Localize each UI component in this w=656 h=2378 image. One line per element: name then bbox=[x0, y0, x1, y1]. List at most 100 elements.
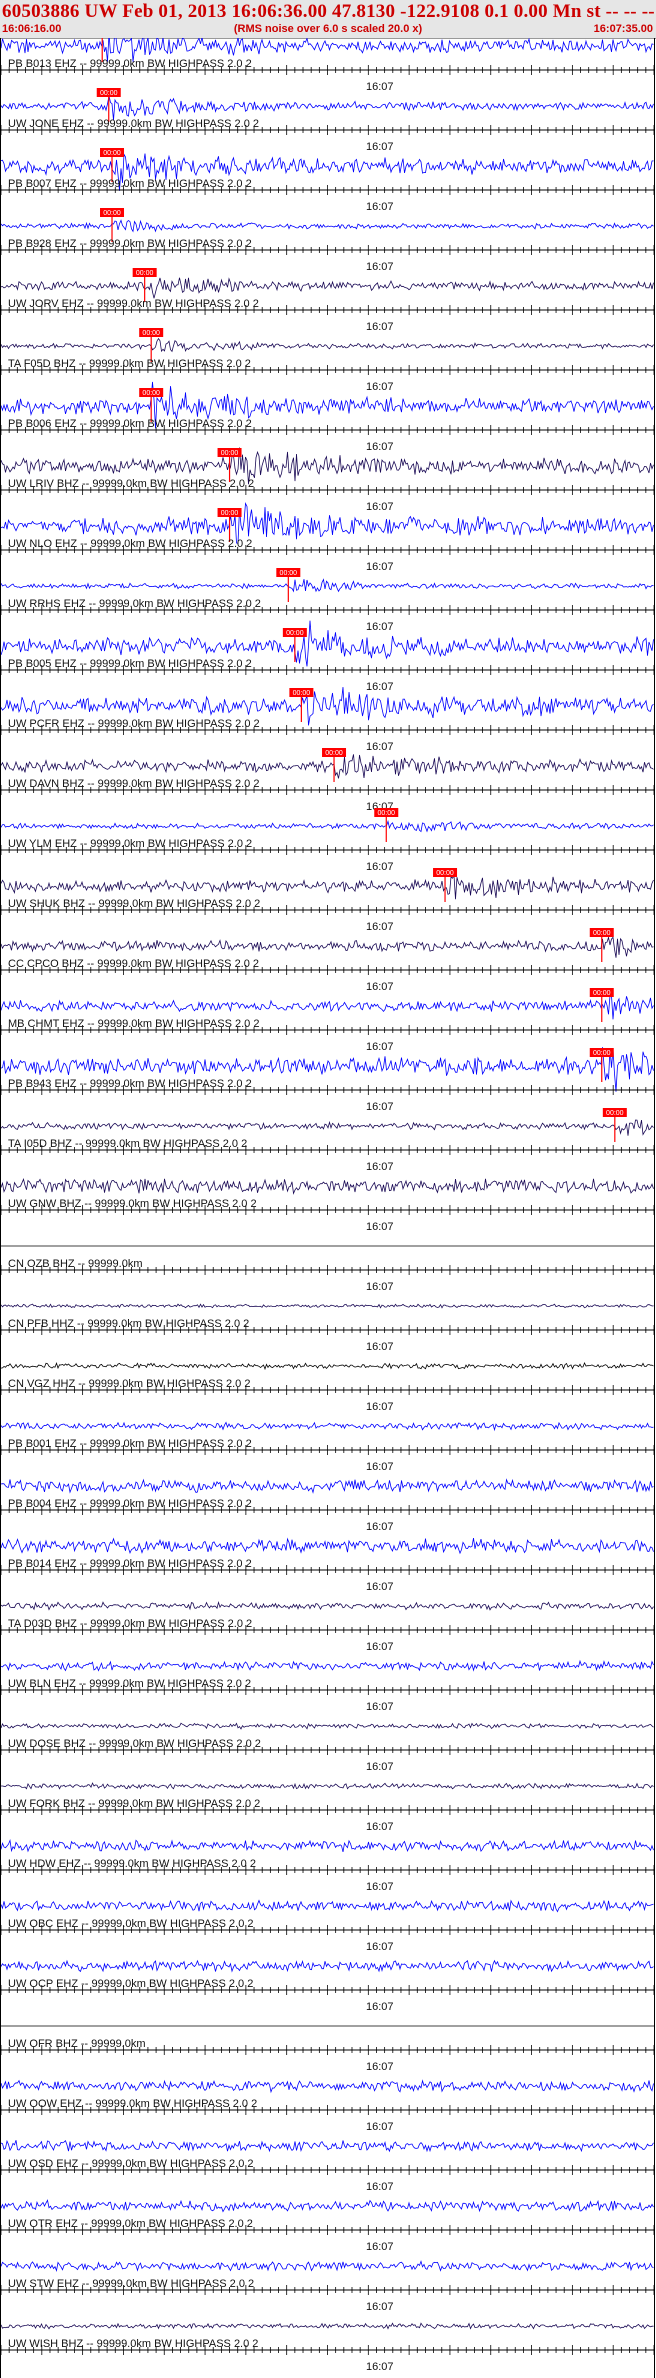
minute-label: 16:07 bbox=[366, 621, 394, 633]
pick-label: 00:00 bbox=[593, 930, 611, 937]
station-label: UW GNW BHZ -- 99999.0km BW HIGHPASS 2.0 … bbox=[8, 1198, 257, 1210]
waveform bbox=[0, 1421, 654, 1432]
minute-label: 16:07 bbox=[366, 1521, 394, 1533]
station-label: UW YLM EHZ -- 99999.0km BW HIGHPASS 2.0 … bbox=[8, 838, 252, 850]
minute-label: 16:07 bbox=[366, 2241, 394, 2253]
trace-row: 00:00 PB B005 EHZ -- 99999.0km BW HIGHPAS… bbox=[0, 620, 655, 693]
minute-label: 16:07 bbox=[366, 1461, 394, 1473]
event-title: 60503886 UW Feb 01, 2013 16:06:36.00 47.… bbox=[2, 1, 656, 22]
pick-label: 00:00 bbox=[286, 630, 304, 637]
waveform bbox=[0, 820, 654, 833]
minute-label: 16:07 bbox=[366, 1281, 394, 1293]
station-label: PB B007 EHZ -- 99999.0km BW HIGHPASS 2.0… bbox=[8, 178, 252, 190]
station-label: PB B013 EHZ -- 99999.0km BW HIGHPASS 2.0… bbox=[8, 58, 252, 70]
pick-label: 00:00 bbox=[221, 510, 239, 517]
waveform bbox=[0, 1478, 654, 1494]
station-label: UW OCP EHZ -- 99999.0km BW HIGHPASS 2.0 … bbox=[8, 1978, 253, 1990]
minute-label: 16:07 bbox=[366, 561, 394, 573]
waveform bbox=[0, 2199, 654, 2213]
trace-row: 00:00 PB B928 EHZ -- 99999.0km BW HIGHPAS… bbox=[0, 208, 655, 273]
waveform bbox=[0, 1959, 654, 1973]
station-label: CN PFB HHZ -- 99999.0km BW HIGHPASS 2.0 … bbox=[8, 1318, 249, 1330]
pick-label: 00:00 bbox=[606, 1110, 624, 1117]
station-label: CN VGZ HHZ -- 99999.0km BW HIGHPASS 2.0 … bbox=[8, 1378, 250, 1390]
seismogram-header: 60503886 UW Feb 01, 2013 16:06:36.00 47.… bbox=[0, 0, 656, 39]
minute-label: 16:07 bbox=[366, 201, 394, 213]
waveform bbox=[0, 1839, 654, 1853]
minute-label: 16:07 bbox=[366, 141, 394, 153]
pick-label: 00:00 bbox=[293, 690, 311, 697]
station-label: PB B943 EHZ -- 99999.0km BW HIGHPASS 2.0… bbox=[8, 1078, 252, 1090]
waveform bbox=[0, 578, 654, 593]
station-label: UW OFR BHZ -- 99999.0km bbox=[8, 2038, 146, 2050]
minute-label: 16:07 bbox=[366, 1581, 394, 1593]
trace-row: CN OZB BHZ -- 99999.0km 16:07 bbox=[0, 1245, 655, 1293]
waveform bbox=[0, 754, 654, 779]
station-label: UW OBC EHZ -- 99999.0km BW HIGHPASS 2.0 … bbox=[8, 1918, 254, 1930]
pick-label: 00:00 bbox=[593, 1050, 611, 1057]
minute-label: 16:07 bbox=[366, 81, 394, 93]
trace-row: 00:00 CC CPCO BHZ -- 99999.0km BW HIGHPAS… bbox=[0, 928, 655, 993]
waveform bbox=[1, 1782, 654, 1790]
station-label: UW JONE EHZ -- 99999.0km BW HIGHPASS 2.0… bbox=[8, 118, 259, 130]
trace-row: PB B001 EHZ -- 99999.0km BW HIGHPASS 2.0… bbox=[0, 1421, 655, 1473]
trace-row: 00:00 UW DAVN BHZ -- 99999.0km BW HIGHPAS… bbox=[0, 748, 655, 813]
trace-row: UW HDW EHZ -- 99999.0km BW HIGHPASS 2.0 … bbox=[0, 1839, 655, 1893]
minute-label: 16:07 bbox=[366, 741, 394, 753]
minute-label: 16:07 bbox=[366, 981, 394, 993]
station-label: UW DAVN BHZ -- 99999.0km BW HIGHPASS 2.0… bbox=[8, 778, 259, 790]
station-label: UW JORV EHZ -- 99999.0km BW HIGHPASS 2.0… bbox=[8, 298, 259, 310]
trace-row: 00:00 UW RRHS EHZ -- 99999.0km BW HIGHPAS… bbox=[0, 568, 655, 633]
pick-label: 00:00 bbox=[593, 990, 611, 997]
waveform bbox=[0, 1361, 654, 1371]
trace-row: UW FORK BHZ -- 99999.0km BW HIGHPASS 2.0… bbox=[0, 1782, 655, 1833]
minute-label: 16:07 bbox=[366, 1341, 394, 1353]
pick-label: 00:00 bbox=[103, 150, 121, 157]
station-label: UW FORK BHZ -- 99999.0km BW HIGHPASS 2.0… bbox=[8, 1798, 260, 1810]
station-label: UW LRIV BHZ -- 99999.0km BW HIGHPASS 2.0… bbox=[8, 478, 254, 490]
waveform bbox=[0, 935, 654, 958]
minute-label: 16:07 bbox=[366, 261, 394, 273]
waveform bbox=[0, 1119, 654, 1136]
minute-label: 16:07 bbox=[366, 1641, 394, 1653]
station-label: PB B005 EHZ -- 99999.0km BW HIGHPASS 2.0… bbox=[8, 658, 252, 670]
waveform bbox=[0, 277, 654, 299]
station-label: UW RRHS EHZ -- 99999.0km BW HIGHPASS 2.0… bbox=[8, 598, 261, 610]
trace-row: UW BLN EHZ -- 99999.0km BW HIGHPASS 2.0 … bbox=[0, 1659, 655, 1713]
waveform bbox=[0, 2260, 654, 2272]
station-label: UW SHUK BHZ -- 99999.0km BW HIGHPASS 2.0… bbox=[8, 898, 260, 910]
waveform bbox=[0, 2079, 654, 2094]
minute-label: 16:07 bbox=[366, 321, 394, 333]
station-label: UW WISH BHZ -- 99999.0km BW HIGHPASS 2.0… bbox=[8, 2338, 258, 2350]
trace-row: 00:00 TA I05D BHZ -- 99999.0km BW HIGHPAS… bbox=[0, 1108, 655, 1173]
station-label: UW HDW EHZ -- 99999.0km BW HIGHPASS 2.0 … bbox=[8, 1858, 256, 1870]
end-time: 16:07:35.00 bbox=[593, 23, 653, 35]
minute-label: 16:07 bbox=[366, 861, 394, 873]
waveform bbox=[0, 1303, 654, 1309]
waveform bbox=[0, 995, 654, 1020]
station-label: PB B014 EHZ -- 99999.0km BW HIGHPASS 2.0… bbox=[8, 1558, 252, 1570]
minute-label: 16:07 bbox=[366, 1161, 394, 1173]
pick-label: 00:00 bbox=[100, 90, 118, 97]
trace-row: TA D03D BHZ -- 99999.0km BW HIGHPASS 2.0… bbox=[0, 1600, 655, 1653]
trace-row: UW OTR EHZ -- 99999.0km BW HIGHPASS 2.0 … bbox=[0, 2199, 655, 2253]
station-label: UW OTR EHZ -- 99999.0km BW HIGHPASS 2.0 … bbox=[8, 2218, 253, 2230]
trace-row: UW DOSE BHZ -- 99999.0km BW HIGHPASS 2.0… bbox=[0, 1722, 655, 1773]
pick-label: 00:00 bbox=[142, 390, 160, 397]
trace-row: 00:00 UW PCFR EHZ -- 99999.0km BW HIGHPAS… bbox=[0, 687, 655, 753]
trace-row: UW OFR BHZ -- 99999.0km 16:07 bbox=[0, 2025, 655, 2073]
trace-row: 00:00 UW LRIV BHZ -- 99999.0km BW HIGHPAS… bbox=[0, 447, 655, 513]
minute-label: 16:07 bbox=[366, 441, 394, 453]
pick-label: 00:00 bbox=[280, 570, 298, 577]
minute-label: 16:07 bbox=[366, 2181, 394, 2193]
waveform bbox=[0, 1178, 654, 1195]
trace-row: PB B014 EHZ -- 99999.0km BW HIGHPASS 2.0… bbox=[0, 1537, 655, 1593]
minute-label: 16:07 bbox=[366, 1701, 394, 1713]
trace-row: UW STW EHZ -- 99999.0km BW HIGHPASS 2.0 … bbox=[0, 2260, 655, 2313]
pick-label: 00:00 bbox=[142, 330, 160, 337]
pick-label: 00:00 bbox=[221, 450, 239, 457]
station-label: UW BLN EHZ -- 99999.0km BW HIGHPASS 2.0 … bbox=[8, 1678, 251, 1690]
station-label: PB B001 EHZ -- 99999.0km BW HIGHPASS 2.0… bbox=[8, 1438, 252, 1450]
trace-row: 00:00 PB B943 EHZ -- 99999.0km BW HIGHPAS… bbox=[0, 1047, 655, 1113]
waveform bbox=[0, 95, 654, 121]
